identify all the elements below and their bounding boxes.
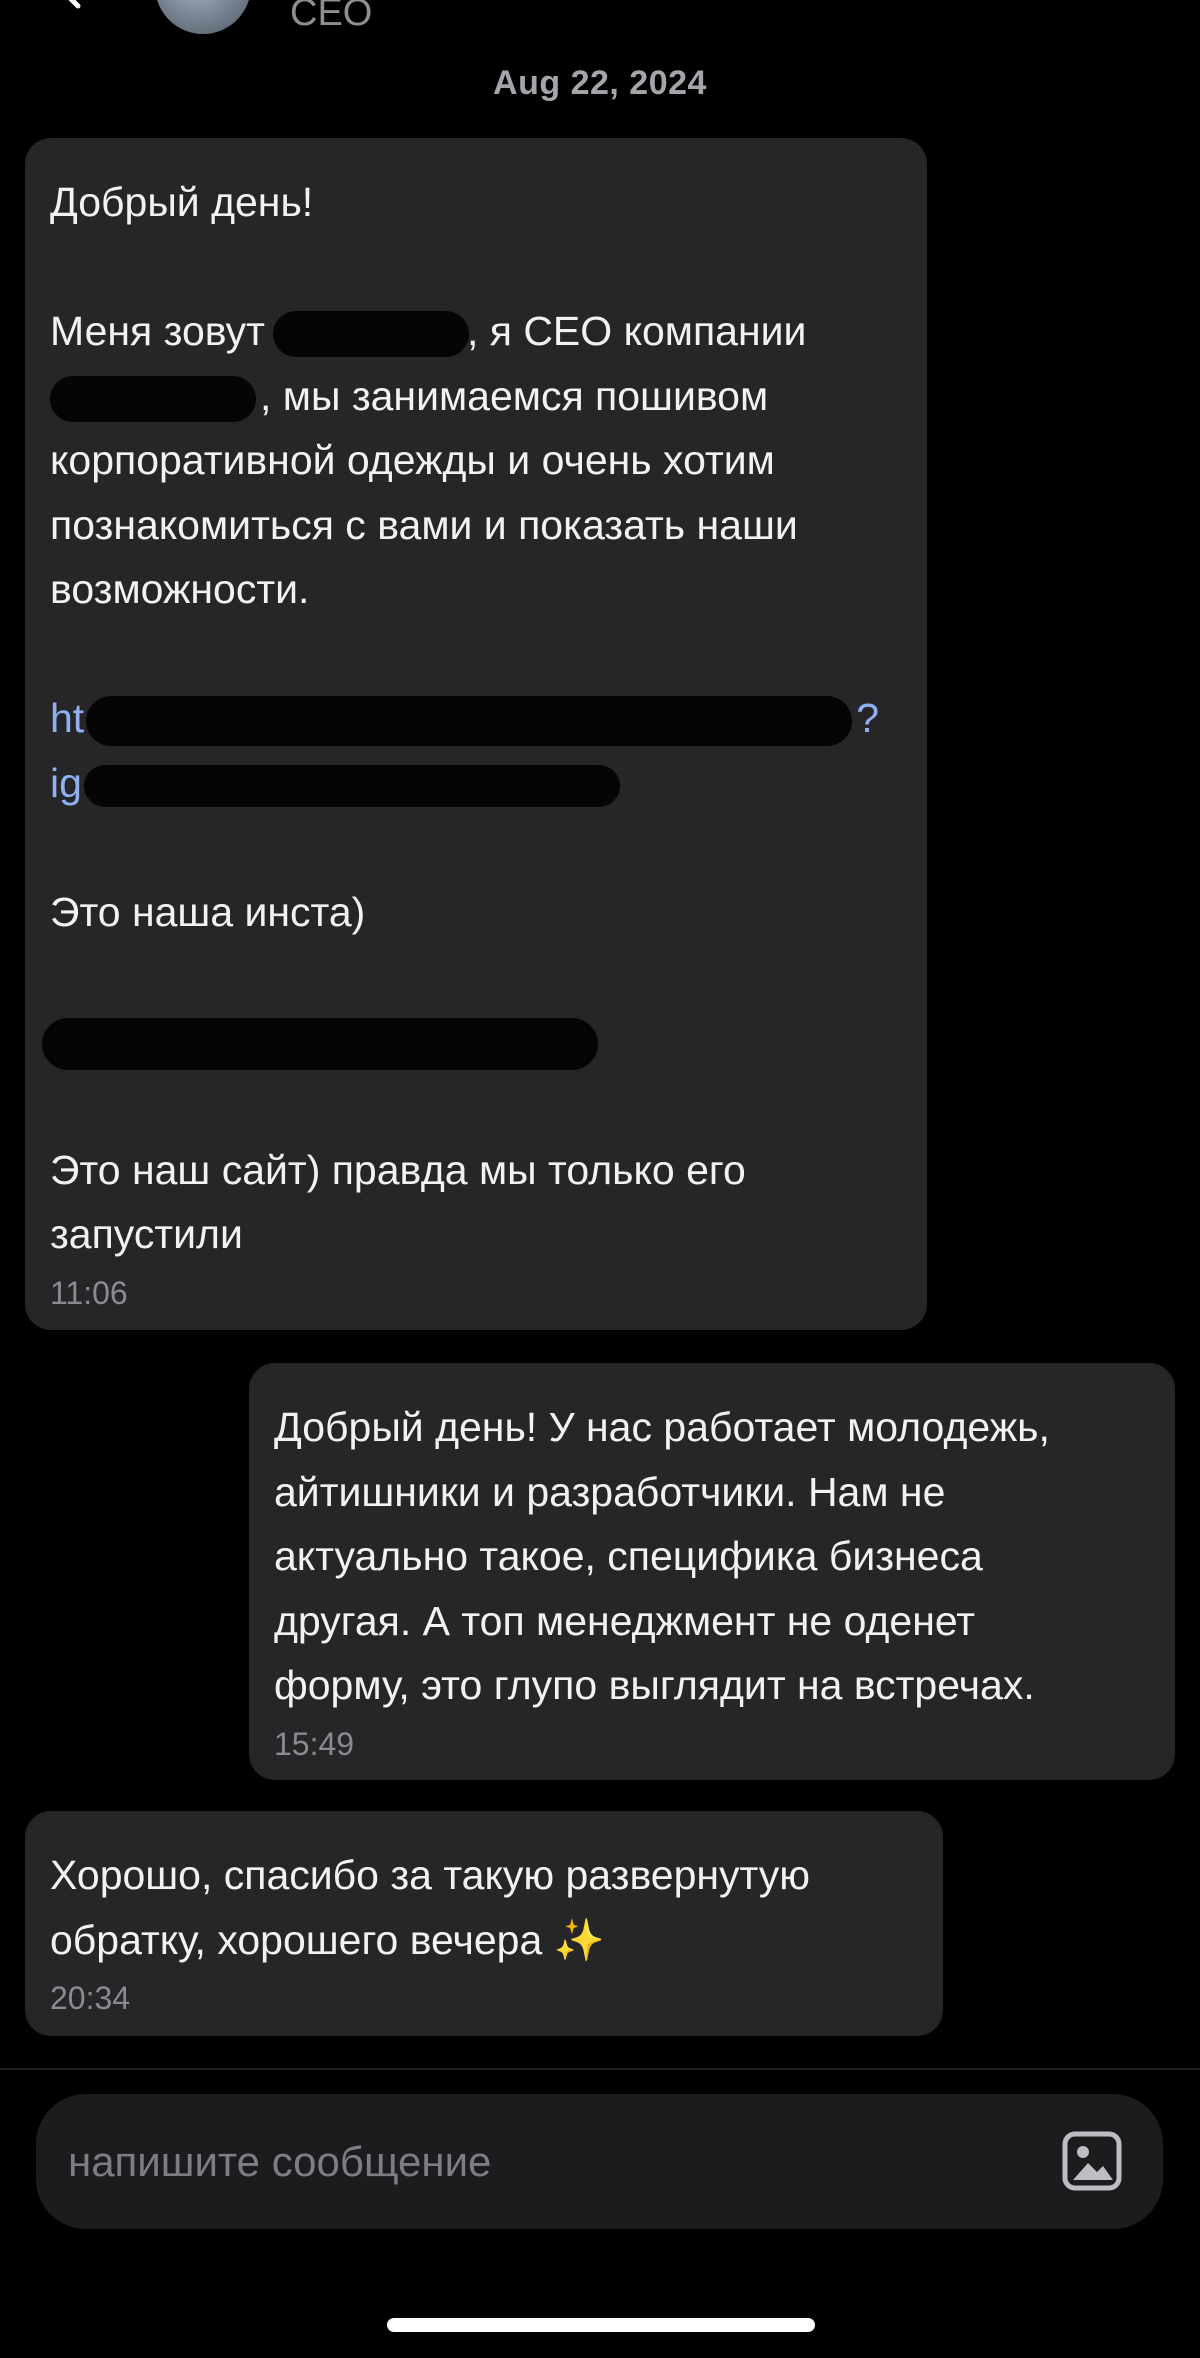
chevron-left-icon[interactable] — [50, 0, 90, 10]
message-bubble-incoming[interactable]: Хорошо, спасибо за такую развернутую обр… — [25, 1811, 943, 2036]
date-separator: Aug 22, 2024 — [493, 64, 707, 102]
message-timestamp: 15:49 — [274, 1725, 355, 1762]
message-text: Это наша инста) — [50, 888, 366, 935]
link-text[interactable]: ? — [856, 695, 879, 741]
message-text: Добрый день! У нас работает молодежь, — [274, 1404, 1050, 1450]
redacted-link — [83, 764, 620, 807]
message-text-line: , мы занимаемся пошивом — [50, 364, 901, 429]
link-text[interactable]: ig — [50, 760, 82, 806]
image-icon[interactable] — [1061, 2130, 1123, 2192]
message-text: , мы занимаемся пошивом — [260, 372, 769, 419]
message-bubble-outgoing[interactable]: Добрый день! У нас работает молодежь, ай… — [249, 1363, 1175, 1780]
message-text: форму, это глупо выглядит на встречах. — [274, 1662, 1035, 1708]
website-link[interactable] — [42, 1009, 901, 1074]
redacted-name — [272, 311, 469, 358]
message-text: Хорошо, спасибо за такую развернутую — [50, 1852, 811, 1898]
home-indicator — [387, 2318, 815, 2332]
redacted-link — [86, 696, 853, 747]
link-text[interactable]: ht — [50, 695, 84, 741]
chat-header: CEO — [0, 0, 1200, 50]
message-text: корпоративной одежды и очень хотим — [50, 437, 775, 483]
message-text: познакомиться с вами и показать наши — [50, 501, 798, 548]
message-text: возможности. — [50, 566, 310, 612]
message-text: Добрый день! — [50, 179, 314, 225]
message-composer[interactable] — [36, 2094, 1163, 2229]
message-text: обратку, хорошего вечера ✨ — [50, 1916, 605, 1963]
redacted-link — [42, 1017, 598, 1070]
message-text-line: Меня зовут , я CEO компании — [50, 299, 901, 364]
message-timestamp: 11:06 — [50, 1274, 128, 1311]
message-text: Меня зовут — [50, 308, 265, 354]
message-timestamp: 20:34 — [50, 1980, 131, 2016]
message-bubble-incoming[interactable]: Добрый день! Меня зовут, я CEO компании … — [25, 138, 927, 1330]
message-text: айтишники и разработчики. Нам не — [274, 1468, 946, 1515]
instagram-link[interactable]: ht? — [50, 686, 901, 751]
message-text: Это наш сайт) правда мы только его — [50, 1146, 746, 1193]
redacted-company — [50, 375, 256, 422]
composer-divider — [0, 2068, 1200, 2070]
message-text: запустили — [50, 1211, 243, 1257]
contact-role: CEO — [290, 0, 373, 34]
message-text: актуально такое, специфика бизнеса — [274, 1533, 983, 1579]
message-text: другая. А топ менеджмент не оденет — [274, 1597, 976, 1644]
avatar[interactable] — [155, 0, 251, 34]
message-input[interactable] — [68, 2132, 1018, 2192]
message-text: , я CEO компании — [466, 308, 807, 354]
instagram-link-continued[interactable]: ig — [50, 751, 901, 816]
